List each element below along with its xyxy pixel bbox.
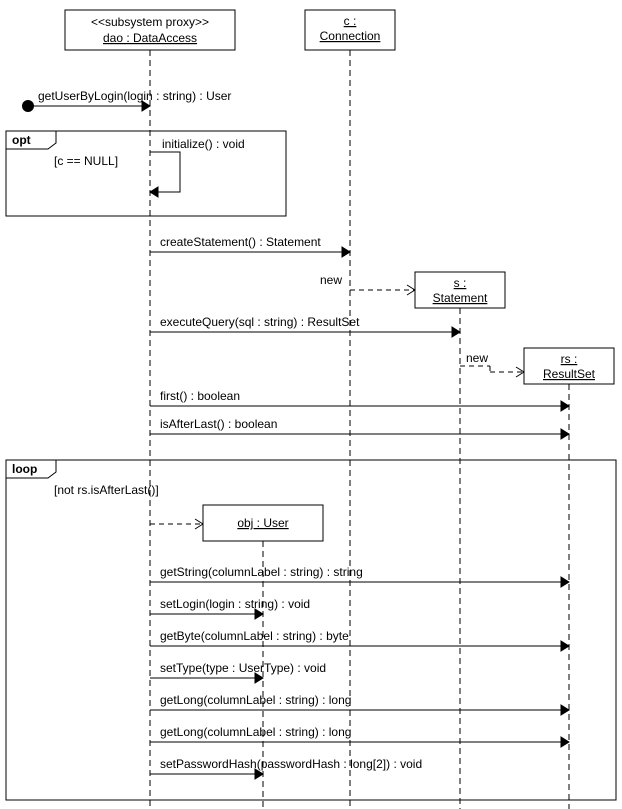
lifeline-label-obj: obj : User: [237, 516, 288, 530]
lifeline-label2-s: Statement: [433, 291, 488, 305]
loop-label: loop: [12, 462, 37, 476]
loop-guard: [not rs.isAfterLast()]: [54, 483, 159, 497]
message-label-2: createStatement() : Statement: [160, 235, 321, 249]
lifeline-label2-rs: ResultSet: [543, 367, 596, 381]
message-label-0: getUserByLogin(login : string) : User: [38, 89, 231, 103]
opt-label: opt: [12, 133, 31, 147]
opt-guard: [c == NULL]: [54, 154, 118, 168]
lifeline-label2-c: Connection: [320, 29, 381, 43]
message-label-9: getString(columnLabel : string) : string: [160, 565, 363, 579]
message-label-10: setLogin(login : string) : void: [160, 597, 310, 611]
self-message-1: [150, 152, 180, 192]
lifeline-label-c: c :: [344, 14, 357, 28]
message-label-7: isAfterLast() : boolean: [160, 417, 277, 431]
message-label-4: executeQuery(sql : string) : ResultSet: [160, 315, 360, 329]
stereotype-dao: <<subsystem proxy>>: [91, 15, 209, 29]
message-label-15: setPasswordHash(passwordHash : long[2]) …: [160, 757, 422, 771]
message-label-1: initialize() : void: [162, 137, 245, 151]
message-label-6: first() : boolean: [160, 389, 240, 403]
message-label-13: getLong(columnLabel : string) : long: [160, 693, 351, 707]
lifeline-label-s: s :: [454, 276, 467, 290]
message-label-12: setType(type : UserType) : void: [160, 661, 326, 675]
message-label-5: new: [466, 351, 488, 365]
message-label-14: getLong(columnLabel : string) : long: [160, 725, 351, 739]
message-label-3: new: [320, 273, 342, 287]
lifeline-label-rs: rs :: [561, 352, 578, 366]
message-label-11: getByte(columnLabel : string) : byte: [160, 629, 349, 643]
lifeline-label-dao: dao : DataAccess: [103, 31, 197, 45]
